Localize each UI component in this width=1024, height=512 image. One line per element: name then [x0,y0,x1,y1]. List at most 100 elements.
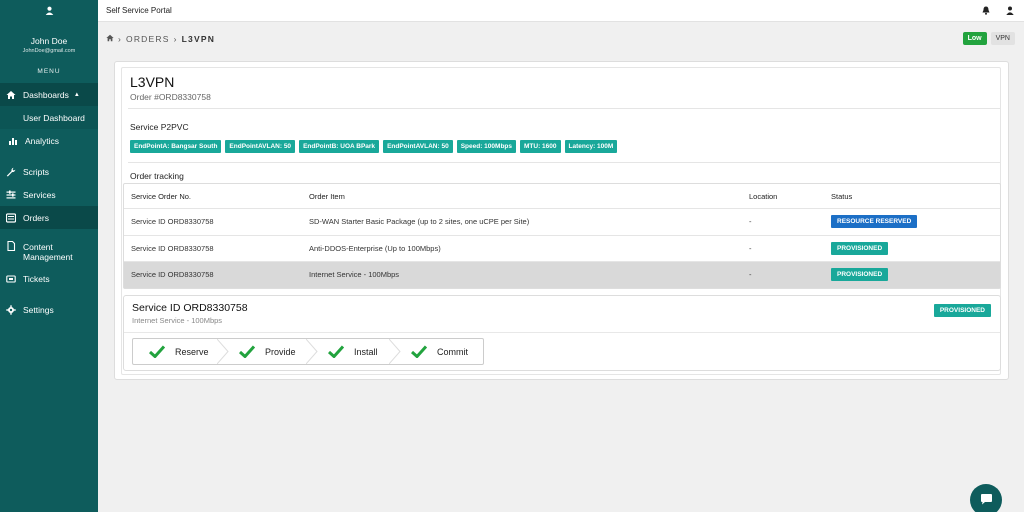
user-icon[interactable] [1006,6,1014,18]
breadcrumb-row: › ORDERS › L3VPN Low VPN [98,22,1024,56]
check-icon [239,345,255,358]
step-install[interactable]: Install [312,339,401,364]
sidebar: John Doe JohnDoe@gmail.com MENU Dashboar… [0,0,98,512]
tag-speed: Speed: 100Mbps [456,140,516,153]
sidebar-item-user-dashboard[interactable]: User Dashboard [0,106,98,129]
step-provide[interactable]: Provide [223,339,318,364]
table-row[interactable]: Service ID ORD8330758 Anti-DDOS-Enterpri… [124,234,1000,262]
breadcrumb: › ORDERS › L3VPN [106,34,215,44]
cell-order-no: Service ID ORD8330758 [131,270,214,280]
col-header-status: Status [831,191,853,201]
sidebar-item-tickets[interactable]: Tickets [0,267,98,290]
user-name: John Doe [30,36,68,46]
home-icon [6,90,16,100]
check-icon [411,345,427,358]
p2pvc-tags: EndPointA: Bangsar South EndPointAVLAN: … [130,140,618,153]
cell-order-no: Service ID ORD8330758 [131,217,214,227]
sidebar-item-label: Scripts [23,166,49,177]
status-badge: PROVISIONED [831,268,889,282]
tag-endpoint-a: EndPointA: Bangsar South [130,140,222,153]
chat-button[interactable] [970,484,1002,512]
breadcrumb-orders[interactable]: ORDERS [126,34,170,44]
tag-endpoint-b-vlan: EndPointAVLAN: 50 [383,140,453,153]
tracking-label: Order tracking [130,171,184,181]
step-commit[interactable]: Commit [395,339,483,364]
sidebar-nav: Dashboards ▲ User Dashboard Analytics Sc… [0,83,98,321]
detail-status-badge: PROVISIONED [933,304,991,317]
user-block: John Doe JohnDoe@gmail.com [0,0,98,62]
sidebar-item-label: Analytics [25,135,60,146]
detail-title: Service ID ORD8330758 [132,302,248,314]
tag-endpoint-b: EndPointB: UOA BPark [299,140,380,153]
chevron-right-icon: › [173,34,178,44]
file-icon [6,241,16,251]
cell-item: Internet Service - 100Mbps [309,270,400,280]
progress-steps: Reserve Provide Install Commit [132,338,484,365]
step-label: Install [354,346,378,357]
step-reserve[interactable]: Reserve [133,339,229,364]
sidebar-item-label: Dashboards [23,89,69,100]
col-header-order-no: Service Order No. [131,191,192,201]
tag-latency: Latency: 100M [564,140,618,153]
breadcrumb-current: L3VPN [181,34,216,44]
gear-icon [6,304,16,315]
col-header-location: Location [749,191,778,201]
sliders-icon [6,190,16,200]
topbar: Self Service Portal [98,0,1024,22]
chevron-right-icon: › [118,34,123,44]
status-badge: PROVISIONED [831,241,889,255]
sidebar-item-content-management[interactable]: Content Management [0,237,98,267]
sidebar-item-label: User Dashboard [23,112,85,123]
tag-endpoint-a-vlan: EndPointAVLAN: 50 [225,140,296,153]
check-icon [149,345,165,358]
cell-location: - [749,270,752,280]
home-icon[interactable] [106,34,114,44]
check-icon [328,345,344,358]
caret-up-icon: ▲ [73,91,80,98]
order-card: L3VPN Order #ORD8330758 Service P2PVC En… [114,61,1009,380]
sidebar-item-label: Settings [23,304,54,315]
table-header: Service Order No. Order Item Location St… [124,184,1000,208]
list-icon [6,212,16,223]
sidebar-item-services[interactable]: Services [0,183,98,206]
user-avatar-icon[interactable] [0,6,98,22]
p2pvc-label: Service P2PVC [130,122,189,132]
cell-location: - [749,243,752,253]
priority-pill: Low [962,32,987,45]
sidebar-item-orders[interactable]: Orders [0,206,98,229]
table-row-selected[interactable]: Service ID ORD8330758 Internet Service -… [124,261,1000,288]
sidebar-item-scripts[interactable]: Scripts [0,160,98,183]
service-detail-card: Service ID ORD8330758 Internet Service -… [123,295,1001,371]
order-number: Order #ORD8330758 [130,92,211,102]
step-label: Reserve [175,346,209,357]
table-row[interactable]: Service ID ORD8330758 SD-WAN Starter Bas… [124,208,1000,235]
sidebar-item-label: Content Management [23,242,73,262]
sidebar-item-settings[interactable]: Settings [0,298,98,321]
sidebar-item-label: Services [23,189,56,200]
step-label: Provide [265,346,296,357]
step-label: Commit [437,346,468,357]
sidebar-item-dashboards[interactable]: Dashboards ▲ [0,83,98,106]
cell-order-no: Service ID ORD8330758 [131,243,214,253]
detail-subtitle: Internet Service - 100Mbps [132,316,223,325]
chat-bubble-icon [980,493,993,508]
tracking-table: Service Order No. Order Item Location St… [123,183,1001,289]
bar-chart-icon [8,136,18,146]
status-badge: RESOURCE RESERVED [831,215,918,229]
tag-mtu: MTU: 1600 [520,140,561,153]
cell-item: Anti-DDOS-Enterprise (Up to 100Mbps) [309,243,441,253]
cell-location: - [749,217,752,227]
wrench-icon [6,167,16,177]
page-title: L3VPN [130,74,175,90]
type-pill: VPN [990,32,1015,45]
sidebar-item-label: Tickets [23,273,50,284]
app-title: Self Service Portal [106,6,172,15]
col-header-item: Order Item [309,191,345,201]
ticket-icon [6,274,16,284]
cell-item: SD-WAN Starter Basic Package (up to 2 si… [309,217,530,227]
sidebar-item-label: Orders [23,212,49,223]
user-email: JohnDoe@gmail.com [22,48,76,54]
menu-label: MENU [37,68,61,75]
sidebar-item-analytics[interactable]: Analytics [0,129,98,152]
bell-icon[interactable] [982,6,990,18]
